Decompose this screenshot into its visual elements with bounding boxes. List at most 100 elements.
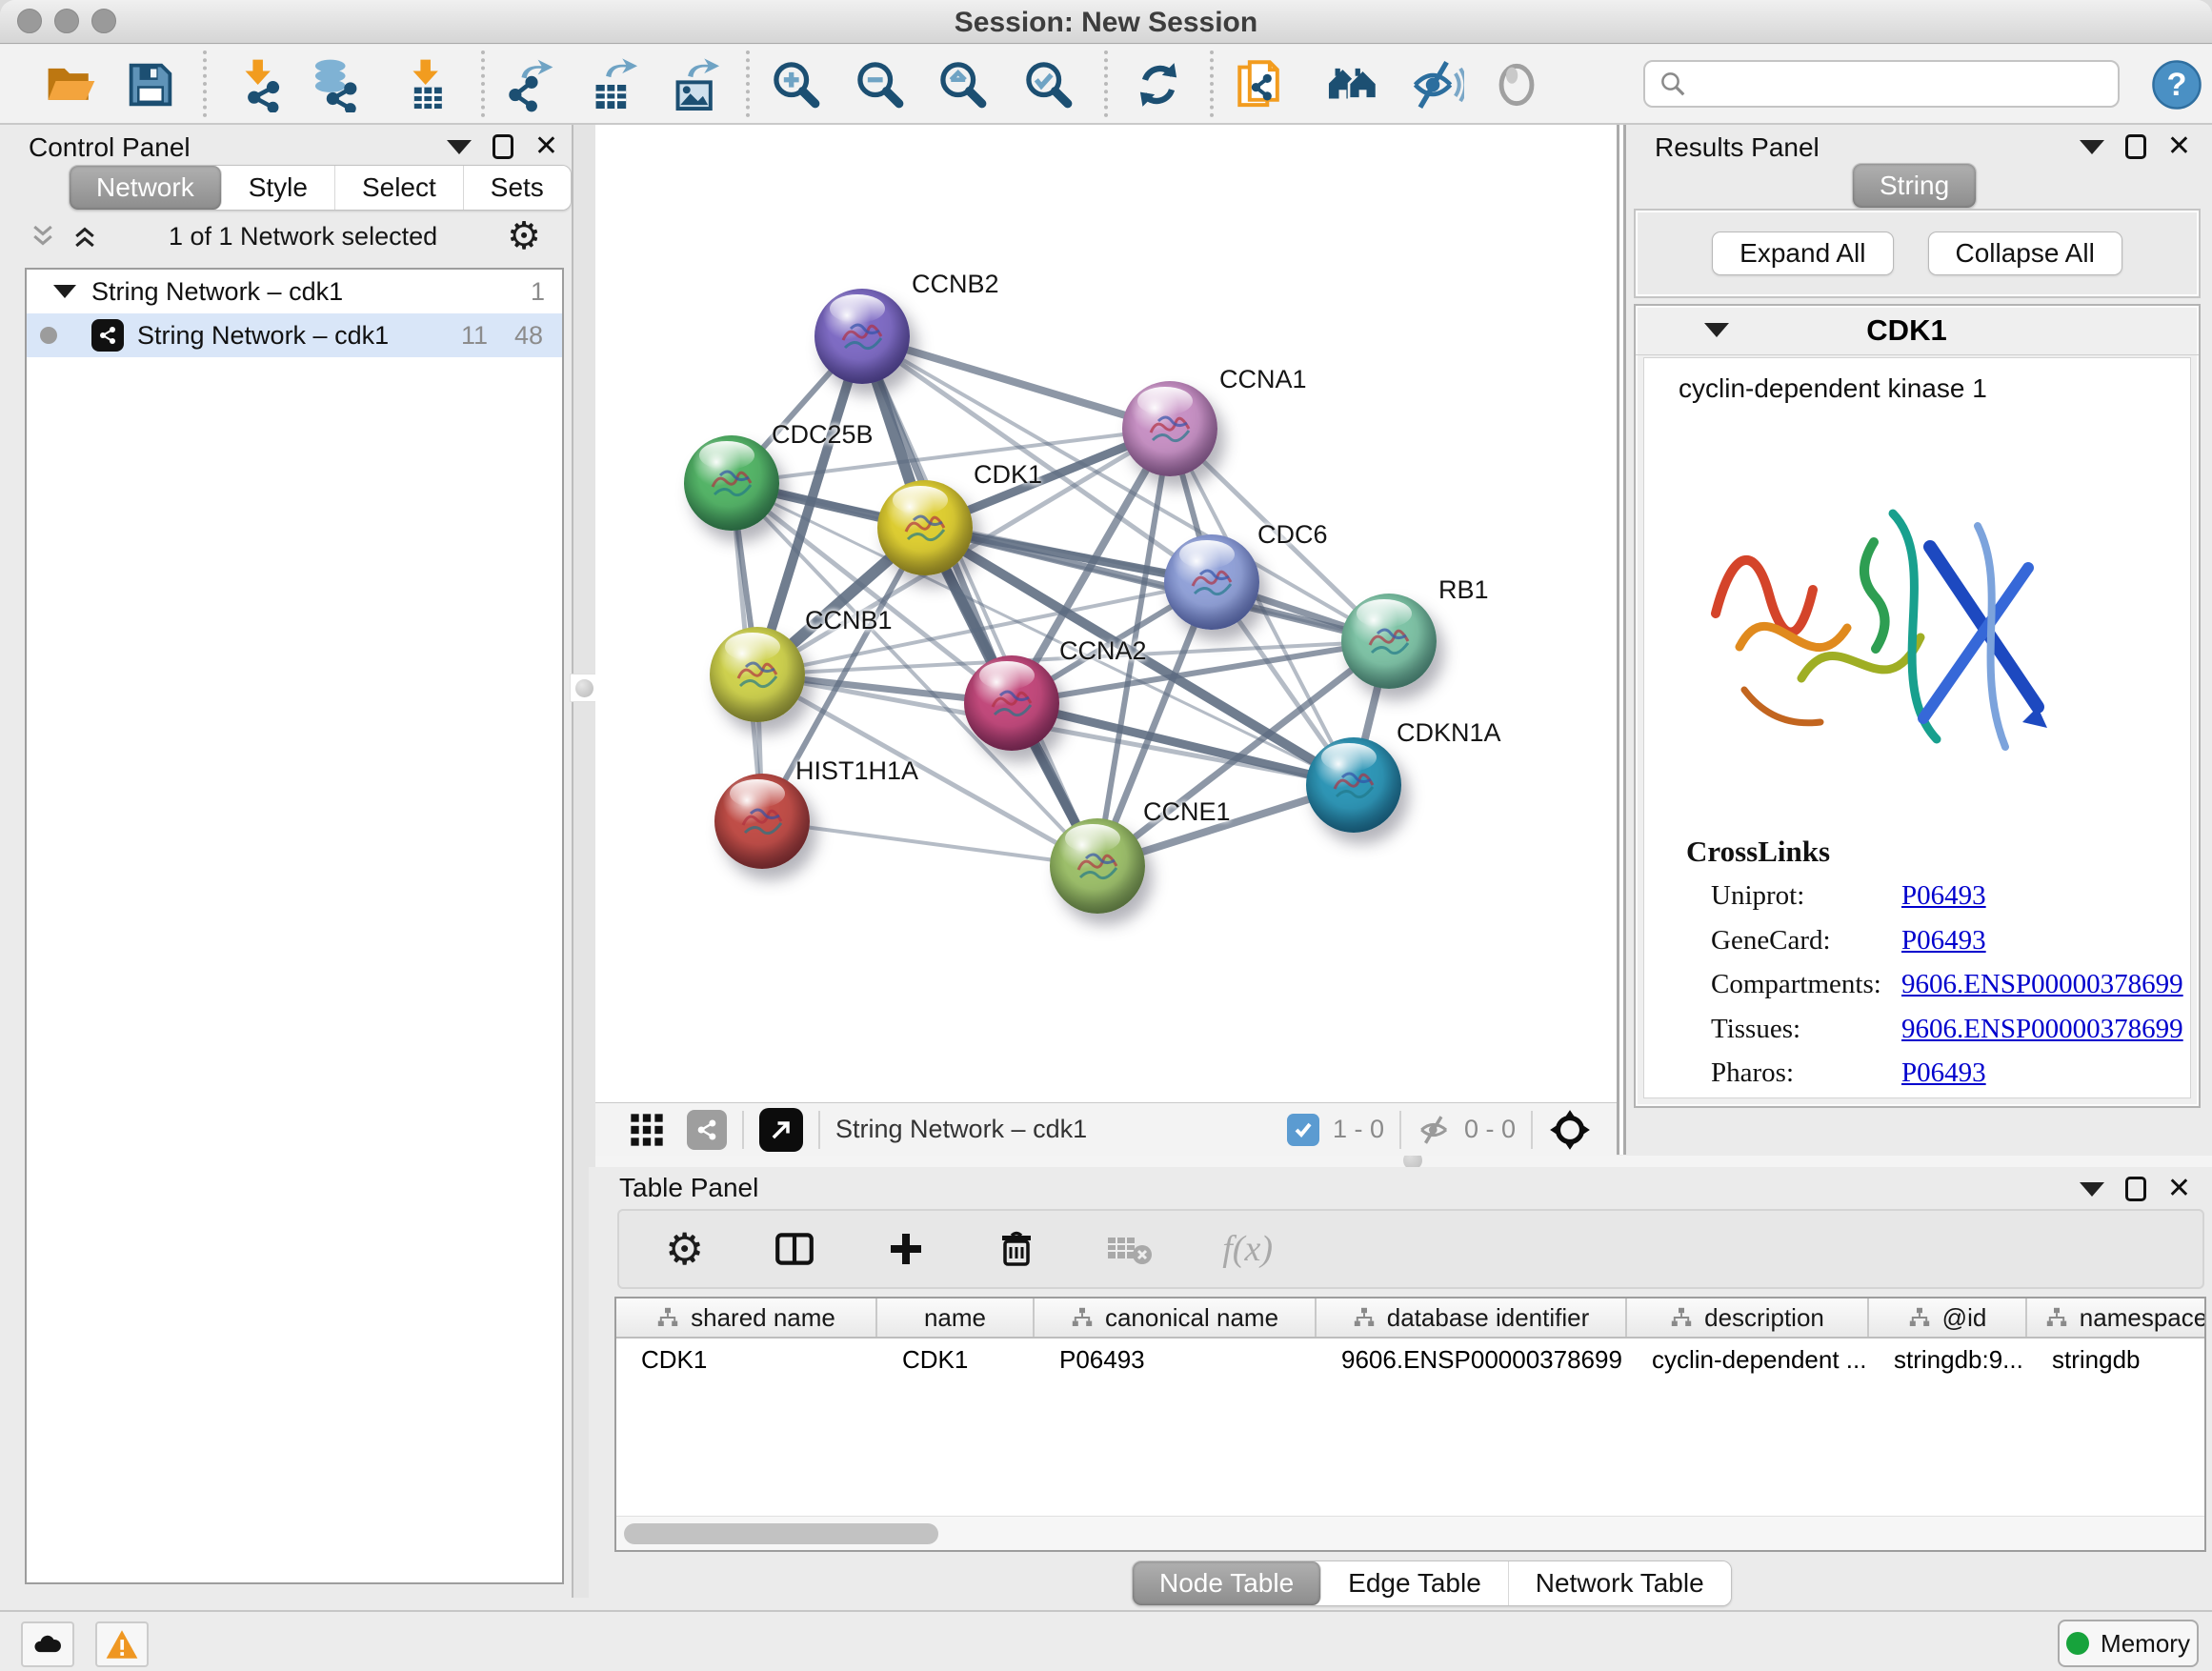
tab-node-table[interactable]: Node Table [1133, 1561, 1321, 1605]
collapse-entry-icon[interactable] [1704, 323, 1729, 337]
collapse-all-button[interactable]: Collapse All [1928, 232, 2122, 275]
tree-expander-icon[interactable] [53, 285, 76, 298]
add-column-icon[interactable] [885, 1228, 927, 1270]
column-header-@id[interactable]: @id [1869, 1299, 2027, 1337]
network-share-icon[interactable] [687, 1110, 727, 1150]
export-image-button[interactable] [665, 54, 726, 115]
table-row[interactable]: CDK1CDK1P064939606.ENSP00000378699cyclin… [616, 1339, 2204, 1380]
zoom-in-button[interactable] [766, 54, 827, 115]
memory-label: Memory [2101, 1629, 2190, 1659]
network-canvas[interactable]: CCNB2CCNA1CDC25BCDK1CDC6RB1CCNB1CCNA2CDK… [595, 125, 1617, 1102]
tab-sets[interactable]: Sets [464, 166, 571, 210]
column-header-namespace[interactable]: namespace [2027, 1299, 2206, 1337]
close-panel-icon[interactable]: ✕ [2167, 1177, 2191, 1201]
show-columns-icon[interactable] [773, 1227, 816, 1271]
crosslink-link[interactable]: P06493 [1901, 1057, 1986, 1089]
tab-string[interactable]: String [1853, 164, 1976, 208]
crosslink-link[interactable]: 9606.ENSP00000378699 [1901, 969, 2183, 1000]
column-header-shared-name[interactable]: shared name [616, 1299, 877, 1337]
zoom-selected-button[interactable] [1018, 54, 1079, 115]
network-node-RB1[interactable] [1341, 594, 1437, 689]
crosslink-label: Pharos: [1711, 1057, 1794, 1088]
network-node-CDK1[interactable] [877, 480, 973, 575]
network-node-CDC25B[interactable] [684, 435, 779, 531]
horizontal-scrollbar[interactable] [616, 1516, 2204, 1550]
column-header-label: namespace [2080, 1303, 2206, 1333]
expand-all-button[interactable]: Expand All [1712, 232, 1893, 275]
birdseye-toggle-icon[interactable] [1548, 1108, 1592, 1152]
network-node-CDC6[interactable] [1164, 534, 1259, 630]
network-node-CCNE1[interactable] [1050, 818, 1145, 914]
warnings-button[interactable] [95, 1621, 149, 1667]
collapse-all-icon[interactable] [29, 222, 57, 251]
control-panel-tabs: NetworkStyleSelectSets [69, 165, 572, 211]
help-button[interactable]: ? [2146, 54, 2207, 115]
save-session-button[interactable] [120, 54, 181, 115]
tab-select[interactable]: Select [335, 166, 464, 210]
open-in-window-button[interactable] [759, 1108, 803, 1152]
zoom-out-button[interactable] [850, 54, 911, 115]
title-bar: Session: New Session [0, 0, 2212, 44]
homes-button[interactable] [1322, 54, 1383, 115]
panel-menu-icon[interactable] [447, 140, 472, 154]
crosslink-link[interactable]: P06493 [1901, 925, 1986, 956]
network-node-CCNA1[interactable] [1122, 381, 1217, 476]
toolbar-separator [1104, 50, 1108, 117]
apply-layout-button[interactable] [1128, 54, 1189, 115]
selected-checkbox[interactable] [1287, 1114, 1319, 1146]
expand-all-icon[interactable] [70, 222, 99, 251]
import-network-from-database-button[interactable] [305, 54, 366, 115]
vertical-splitter-right[interactable] [1617, 125, 1626, 1155]
zoom-fit-button[interactable] [933, 54, 994, 115]
float-panel-icon[interactable] [2125, 1177, 2146, 1201]
export-network-button[interactable] [501, 54, 562, 115]
table-settings-icon[interactable]: ⚙ [665, 1230, 704, 1268]
string-import-button[interactable] [1232, 54, 1293, 115]
tab-edge-table[interactable]: Edge Table [1321, 1561, 1509, 1605]
tab-network-table[interactable]: Network Table [1509, 1561, 1731, 1605]
tab-style[interactable]: Style [222, 166, 335, 210]
column-header-name[interactable]: name [877, 1299, 1035, 1337]
float-panel-icon[interactable] [493, 134, 513, 159]
search-field[interactable] [1643, 60, 2120, 108]
table-panel-title: Table Panel [619, 1173, 758, 1203]
float-panel-icon[interactable] [2125, 134, 2146, 159]
column-header-canonical-name[interactable]: canonical name [1035, 1299, 1317, 1337]
cloud-button[interactable] [21, 1621, 74, 1667]
column-header-description[interactable]: description [1627, 1299, 1869, 1337]
open-session-button[interactable] [39, 54, 100, 115]
import-table-button[interactable] [396, 54, 457, 115]
search-input[interactable] [1697, 70, 2097, 99]
network-node-HIST1H1A[interactable] [714, 774, 810, 869]
collection-count: 1 [531, 277, 545, 307]
image-export-icon [668, 57, 723, 112]
delete-column-icon[interactable] [995, 1228, 1037, 1270]
export-table-button[interactable] [583, 54, 644, 115]
panel-menu-icon[interactable] [2080, 1182, 2104, 1197]
panel-menu-icon[interactable] [2080, 140, 2104, 154]
network-node-CCNB2[interactable] [814, 289, 910, 384]
network-node-CDKN1A[interactable] [1306, 737, 1401, 833]
network-row-selected[interactable]: String Network – cdk1 11 48 [27, 313, 562, 357]
hide-panels-button[interactable] [1406, 54, 1467, 115]
scrollbar-thumb[interactable] [624, 1523, 938, 1544]
horizontal-splitter[interactable] [595, 1156, 2212, 1167]
crosslink-link[interactable]: 9606.ENSP00000378699 [1901, 1014, 2183, 1045]
tab-network[interactable]: Network [70, 166, 222, 210]
gear-icon[interactable]: ⚙ [507, 217, 541, 255]
network-node-CCNA2[interactable] [964, 655, 1059, 751]
splitter-grip[interactable] [570, 674, 598, 702]
network-edge[interactable] [762, 821, 1097, 866]
network-node-CCNB1[interactable] [710, 627, 805, 722]
show-panels-button[interactable] [1486, 54, 1547, 115]
memory-button[interactable]: Memory [2058, 1620, 2199, 1667]
crosslink-link[interactable]: P06493 [1901, 880, 1986, 912]
grid-view-icon[interactable] [628, 1111, 666, 1149]
network-node-label: CCNB1 [805, 606, 893, 635]
close-panel-icon[interactable]: ✕ [534, 134, 558, 159]
close-panel-icon[interactable]: ✕ [2167, 134, 2191, 159]
column-header-database-identifier[interactable]: database identifier [1317, 1299, 1627, 1337]
network-edges [595, 125, 1617, 1102]
import-network-button[interactable] [229, 54, 290, 115]
network-collection-row[interactable]: String Network – cdk1 1 [27, 270, 562, 313]
